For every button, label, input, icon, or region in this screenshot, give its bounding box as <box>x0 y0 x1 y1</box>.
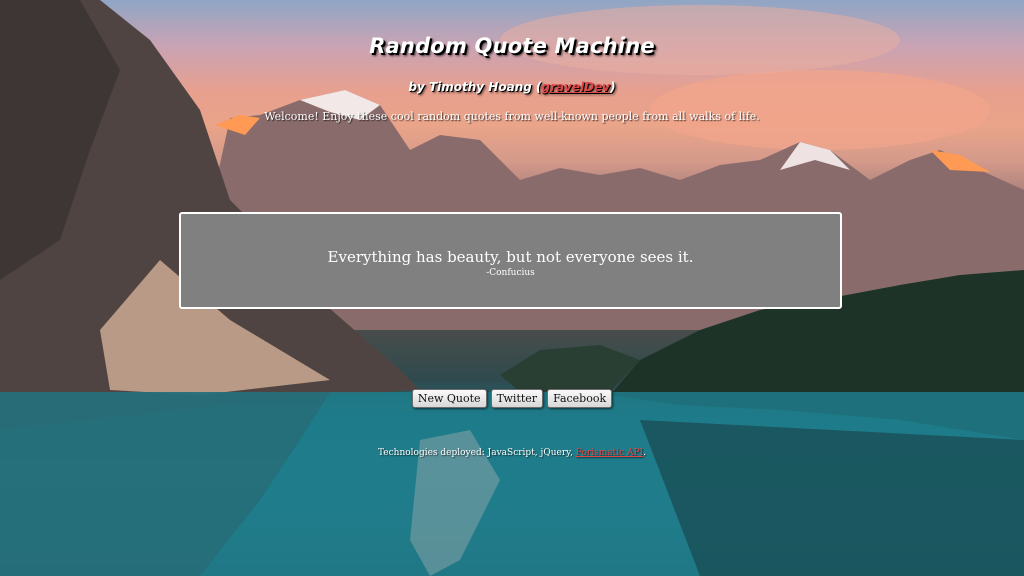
welcome-message: Welcome! Enjoy these cool random quotes … <box>264 110 760 123</box>
new-quote-button[interactable]: New Quote <box>411 389 487 408</box>
forismatic-api-link[interactable]: Forismatic API <box>576 448 643 458</box>
tech-prefix: Technologies deployed: JavaScript, jQuer… <box>377 448 576 458</box>
facebook-share-button[interactable]: Facebook <box>547 389 613 408</box>
byline: by Timothy Hoang (gravelDev) <box>0 80 1024 94</box>
quote-text: Everything has beauty, but not everyone … <box>327 248 694 266</box>
technologies-footer: Technologies deployed: JavaScript, jQuer… <box>0 448 1024 458</box>
action-buttons: New Quote Twitter Facebook <box>0 389 1024 408</box>
quote-author: -Confucius <box>486 268 535 278</box>
author-profile-link[interactable]: gravelDev <box>542 80 611 94</box>
byline-prefix: by Timothy Hoang ( <box>408 80 542 94</box>
twitter-share-button[interactable]: Twitter <box>490 389 544 408</box>
quote-card: Everything has beauty, but not everyone … <box>179 212 842 309</box>
byline-suffix: ) <box>610 80 616 94</box>
page-title: Random Quote Machine <box>369 34 655 58</box>
tech-suffix: . <box>643 448 646 458</box>
